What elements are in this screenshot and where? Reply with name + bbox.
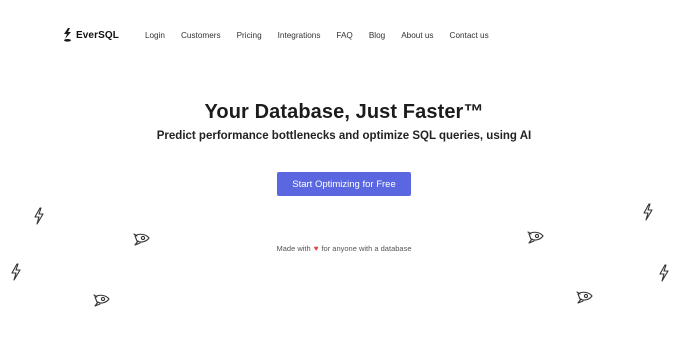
- hero-subtitle: Predict performance bottlenecks and opti…: [156, 130, 532, 142]
- cta-wrapper: Start Optimizing for Free: [0, 172, 688, 196]
- made-with-suffix: for anyone with a database: [321, 244, 412, 253]
- nav-link-customers[interactable]: Customers: [181, 31, 221, 40]
- brand-name: EverSQL: [76, 29, 119, 41]
- hero-title: Your Database, Just Faster™: [204, 101, 484, 123]
- bolt-icon: [659, 264, 669, 282]
- nav-link-integrations[interactable]: Integrations: [278, 31, 321, 40]
- bolt-icon: [643, 203, 653, 221]
- nav-link-pricing[interactable]: Pricing: [237, 31, 262, 40]
- brand-logo-link[interactable]: EverSQL: [63, 28, 119, 42]
- made-with-note: Made with ♥ for anyone with a database: [0, 244, 688, 253]
- heart-icon: ♥: [313, 244, 319, 253]
- rocket-icon: [527, 231, 544, 244]
- nav-link-login[interactable]: Login: [145, 31, 165, 40]
- nav-link-blog[interactable]: Blog: [369, 31, 385, 40]
- nav-link-contact-us[interactable]: Contact us: [450, 31, 489, 40]
- start-optimizing-button[interactable]: Start Optimizing for Free: [277, 172, 411, 196]
- bolt-icon: [34, 207, 44, 225]
- made-with-prefix: Made with: [276, 244, 311, 253]
- nav-links: Login Customers Pricing Integrations FAQ…: [145, 31, 505, 40]
- nav-link-faq[interactable]: FAQ: [336, 31, 352, 40]
- top-navigation: EverSQL Login Customers Pricing Integrat…: [63, 24, 505, 46]
- eversql-logo-icon: [64, 28, 71, 42]
- nav-link-about-us[interactable]: About us: [401, 31, 433, 40]
- rocket-icon: [93, 294, 110, 307]
- rocket-icon: [133, 233, 150, 246]
- bolt-icon: [11, 263, 21, 281]
- rocket-icon: [576, 291, 593, 304]
